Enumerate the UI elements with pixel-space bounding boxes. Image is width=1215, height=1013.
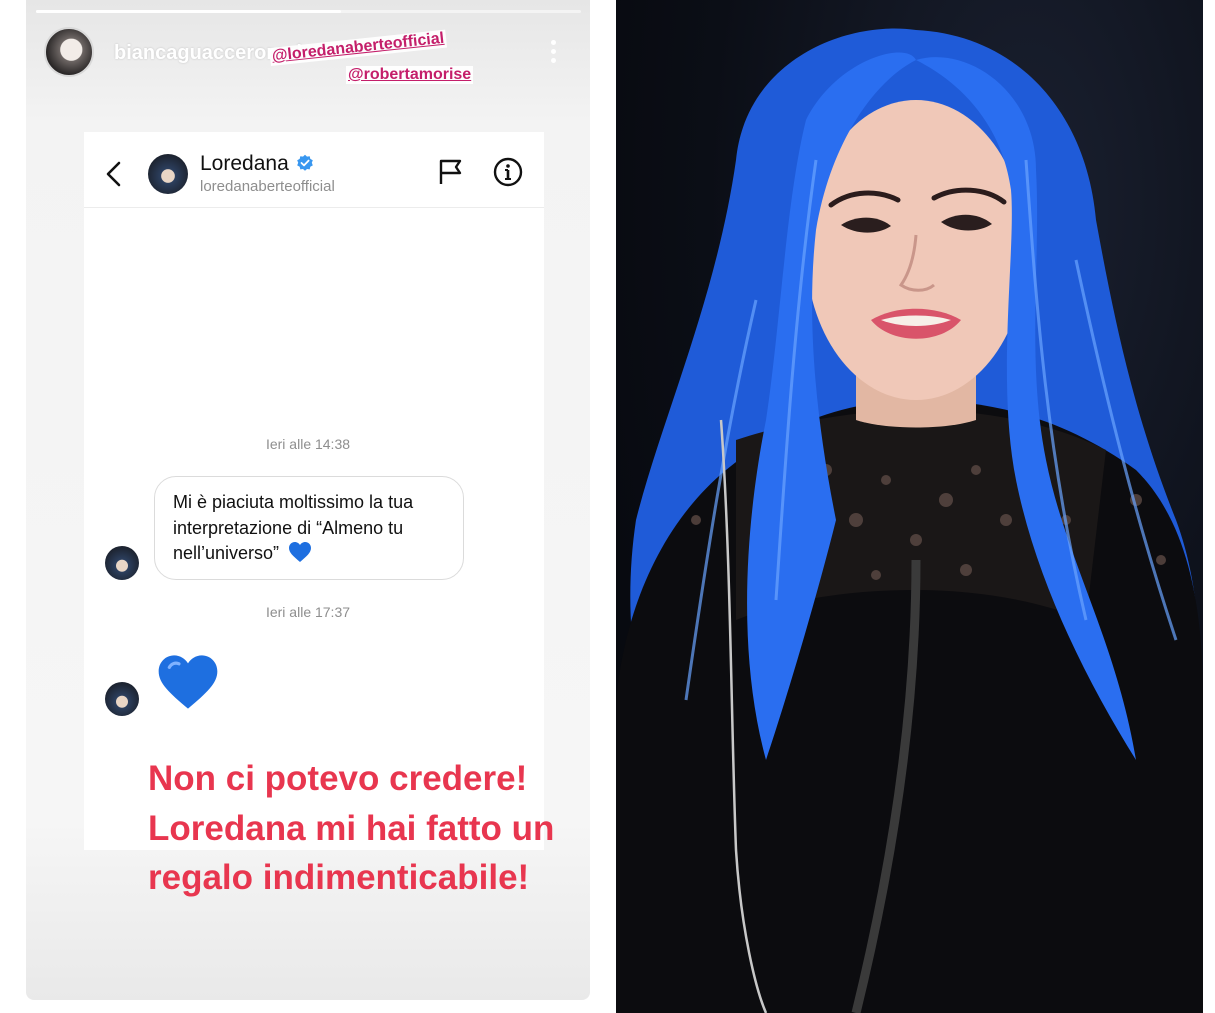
dm-contact-name[interactable]: Loredana xyxy=(200,152,289,176)
message-timestamp: Ieri alle 14:38 xyxy=(265,436,351,452)
mention-sticker-roberta[interactable]: @robertamorise xyxy=(346,66,474,84)
chevron-left-icon[interactable] xyxy=(104,160,124,188)
blue-heart-icon[interactable] xyxy=(156,650,220,714)
message-sender-avatar xyxy=(105,546,139,580)
photo-blue-hair-woman xyxy=(616,0,1203,1013)
story-avatar[interactable] xyxy=(44,27,94,77)
story-caption: Non ci potevo credere! Loredana mi hai f… xyxy=(148,759,555,897)
dm-contact-avatar[interactable] xyxy=(148,154,188,194)
blue-heart-icon xyxy=(289,542,312,562)
dm-header: Loredana loredanaberteofficial xyxy=(84,132,544,208)
message-sender-avatar xyxy=(105,682,139,716)
instagram-story: biancaguacceroreal 7h @loredanaberteoffi… xyxy=(26,0,590,1000)
more-vertical-icon[interactable] xyxy=(546,38,560,66)
dm-contact-handle: loredanaberteofficial xyxy=(200,178,335,195)
info-icon[interactable] xyxy=(493,157,523,187)
message-bubble[interactable]: Mi è piaciuta moltissimo la tua interpre… xyxy=(154,476,464,580)
message-timestamp: Ieri alle 17:37 xyxy=(265,604,351,620)
verified-badge-icon xyxy=(297,154,313,171)
portrait-illustration xyxy=(616,28,1203,1013)
flag-icon[interactable] xyxy=(438,158,464,186)
